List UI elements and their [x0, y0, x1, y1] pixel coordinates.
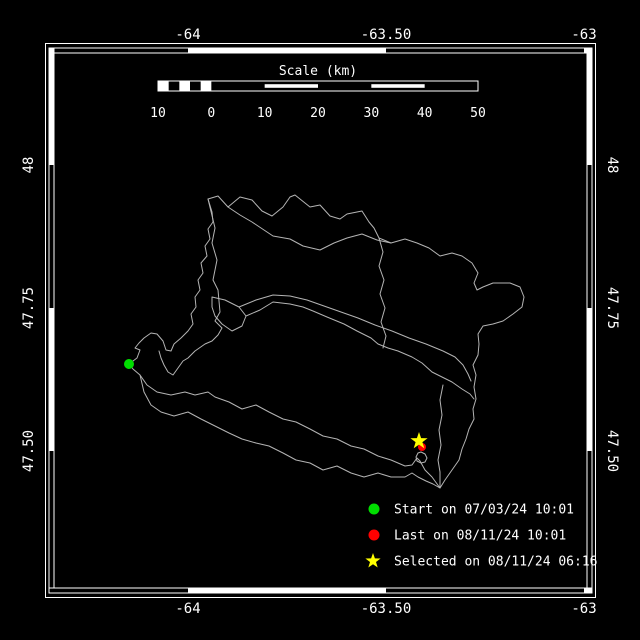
frame-band-left-segment	[49, 451, 54, 588]
scale-bar-tick-label: 10	[257, 106, 273, 121]
map-canvas: -64 -64 -63.50 -63.50 -63 -63 48 48 47.75 47.75 47…	[0, 0, 640, 640]
scale-bar-tick-label: 50	[470, 106, 486, 121]
scale-bar-mini-block	[201, 81, 212, 91]
scale-bar-tick-label: 20	[310, 106, 326, 121]
legend-marker-last	[369, 530, 380, 541]
x-tick-label-bottom: -63	[571, 601, 596, 617]
y-tick-label-right: 48	[604, 157, 620, 174]
frame-band-right-segment	[587, 165, 592, 308]
legend-label: Last on 08/11/24 10:01	[394, 529, 566, 544]
y-tick-label-right: 47.75	[604, 287, 620, 329]
frame-band-top-segment	[49, 48, 188, 53]
start-position-marker	[124, 359, 134, 369]
scale-bar-tick-label: 10	[150, 106, 166, 121]
frame-band-top-segment	[386, 48, 584, 53]
plot-background	[0, 0, 640, 640]
scale-bar-mini-block	[158, 81, 169, 91]
frame-band-left-segment	[49, 308, 54, 451]
legend-label: Selected on 08/11/24 06:16	[394, 555, 598, 570]
y-tick-label-left: 48	[21, 157, 37, 174]
frame-band-left-segment	[49, 165, 54, 308]
scale-bar-mini-block	[179, 81, 190, 91]
scale-bar-title: Scale (km)	[279, 64, 357, 79]
frame-band-bottom-segment	[386, 588, 584, 593]
scale-bar-tick-label: 30	[364, 106, 380, 121]
y-tick-label-left: 47.50	[21, 430, 37, 472]
x-tick-label-top: -64	[175, 27, 200, 43]
legend-marker-start	[369, 504, 380, 515]
frame-band-bottom-segment	[49, 588, 188, 593]
frame-band-right-segment	[587, 48, 592, 165]
frame-band-left-segment	[49, 48, 54, 165]
scale-bar-tick-label: 40	[417, 106, 433, 121]
frame-band-top-segment	[188, 48, 386, 53]
track-map-plot: -64 -64 -63.50 -63.50 -63 -63 48 48 47.75 47.75 47…	[0, 0, 640, 640]
scale-bar-tick-label: 0	[207, 106, 215, 121]
y-tick-label-left: 47.75	[21, 287, 37, 329]
frame-band-bottom-segment	[188, 588, 386, 593]
x-tick-label-bottom: -64	[175, 601, 200, 617]
x-tick-label-top: -63.50	[361, 27, 412, 43]
scale-bar-stripe	[265, 84, 318, 88]
x-tick-label-bottom: -63.50	[361, 601, 412, 617]
y-tick-label-right: 47.50	[604, 430, 620, 472]
frame-band-right-segment	[587, 308, 592, 451]
legend-label: Start on 07/03/24 10:01	[394, 503, 574, 518]
x-tick-label-top: -63	[571, 27, 596, 43]
scale-bar-stripe	[371, 84, 424, 88]
frame-band-bottom-segment	[584, 588, 592, 593]
